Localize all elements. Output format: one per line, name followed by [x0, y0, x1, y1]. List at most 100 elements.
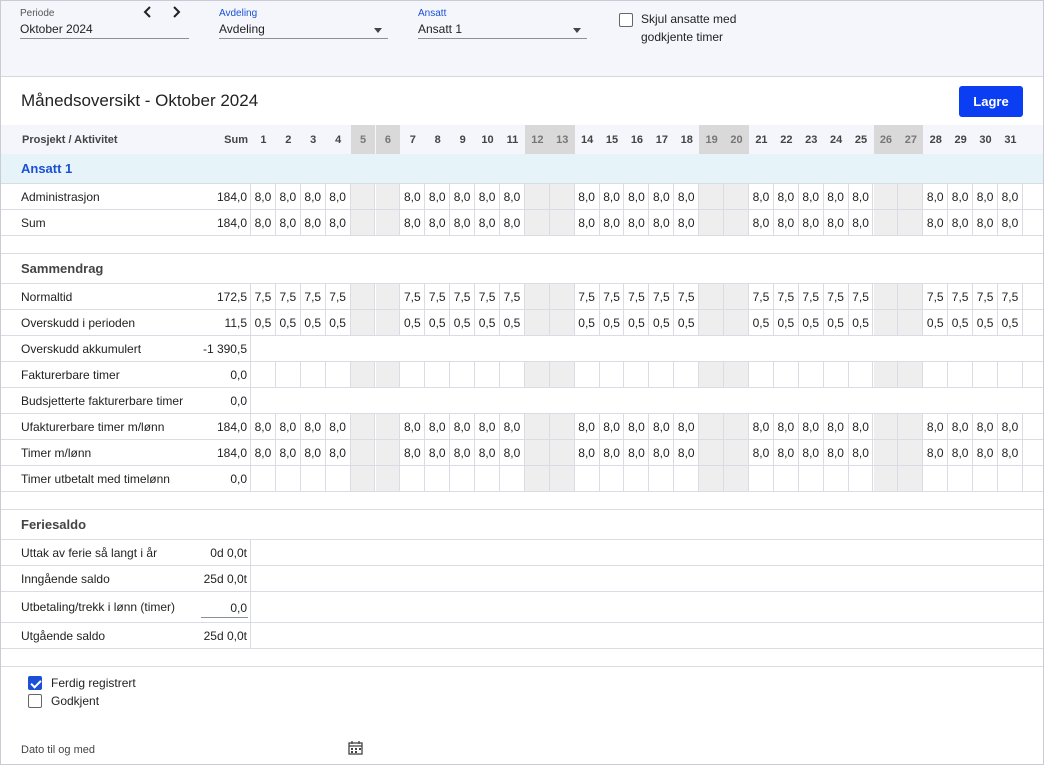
day-cell[interactable]: 7,5: [649, 284, 675, 309]
approved-checkbox[interactable]: [28, 694, 42, 708]
day-cell[interactable]: 8,0: [998, 184, 1023, 209]
day-cell[interactable]: 8,0: [425, 440, 451, 465]
day-cell[interactable]: 8,0: [301, 414, 326, 439]
day-cell[interactable]: 8,0: [774, 440, 799, 465]
day-cell[interactable]: 8,0: [425, 414, 451, 439]
day-cell[interactable]: 8,0: [475, 184, 500, 209]
day-cell[interactable]: 8,0: [948, 210, 974, 235]
day-cell[interactable]: 8,0: [625, 184, 650, 209]
day-cell[interactable]: 7,5: [450, 284, 476, 309]
day-cell[interactable]: [575, 362, 600, 387]
day-cell[interactable]: 8,0: [824, 440, 849, 465]
day-cell[interactable]: 0,5: [799, 310, 824, 335]
day-cell[interactable]: 8,0: [276, 440, 301, 465]
day-cell[interactable]: 8,0: [674, 210, 700, 235]
day-cell[interactable]: [475, 466, 500, 491]
day-cell[interactable]: 8,0: [824, 184, 849, 209]
day-cell[interactable]: 7,5: [400, 284, 426, 309]
day-cell[interactable]: 0,5: [923, 310, 949, 335]
day-cell[interactable]: 8,0: [600, 414, 625, 439]
day-cell[interactable]: 8,0: [276, 414, 301, 439]
day-cell[interactable]: [500, 466, 525, 491]
day-cell[interactable]: [849, 466, 874, 491]
day-cell[interactable]: 7,5: [326, 284, 351, 309]
day-cell[interactable]: 7,5: [948, 284, 974, 309]
day-cell[interactable]: [600, 466, 625, 491]
day-cell[interactable]: [998, 362, 1023, 387]
day-cell[interactable]: 7,5: [600, 284, 625, 309]
day-cell[interactable]: 8,0: [326, 440, 351, 465]
day-cell[interactable]: 8,0: [475, 440, 500, 465]
day-cell[interactable]: 8,0: [948, 414, 974, 439]
day-cell[interactable]: 8,0: [450, 184, 476, 209]
day-cell[interactable]: 8,0: [600, 184, 625, 209]
day-cell[interactable]: 8,0: [948, 440, 974, 465]
day-cell[interactable]: 7,5: [923, 284, 949, 309]
day-cell[interactable]: 8,0: [400, 184, 426, 209]
day-cell[interactable]: 7,5: [425, 284, 451, 309]
day-cell[interactable]: 7,5: [674, 284, 700, 309]
chevron-left-icon[interactable]: [143, 5, 153, 21]
day-cell[interactable]: 8,0: [625, 414, 650, 439]
day-cell[interactable]: 7,5: [849, 284, 874, 309]
day-cell[interactable]: 8,0: [973, 210, 998, 235]
day-cell[interactable]: 8,0: [276, 184, 301, 209]
day-cell[interactable]: 8,0: [998, 210, 1023, 235]
day-cell[interactable]: 0,5: [749, 310, 774, 335]
day-cell[interactable]: 7,5: [625, 284, 650, 309]
day-cell[interactable]: 8,0: [749, 210, 774, 235]
day-cell[interactable]: 8,0: [276, 210, 301, 235]
employee-select[interactable]: Ansatt Ansatt 1: [418, 8, 587, 40]
day-cell[interactable]: 8,0: [674, 184, 700, 209]
day-cell[interactable]: 7,5: [749, 284, 774, 309]
day-cell[interactable]: 0,5: [674, 310, 700, 335]
department-select[interactable]: Avdeling Avdeling: [219, 8, 388, 40]
day-cell[interactable]: 8,0: [600, 440, 625, 465]
day-cell[interactable]: 7,5: [500, 284, 525, 309]
day-cell[interactable]: [276, 362, 301, 387]
day-cell[interactable]: 0,5: [276, 310, 301, 335]
day-cell[interactable]: [425, 362, 451, 387]
day-cell[interactable]: [649, 362, 675, 387]
day-cell[interactable]: [251, 362, 276, 387]
day-cell[interactable]: [301, 466, 326, 491]
day-cell[interactable]: 0,5: [475, 310, 500, 335]
day-cell[interactable]: 8,0: [475, 414, 500, 439]
day-cell[interactable]: 8,0: [301, 210, 326, 235]
calendar-icon[interactable]: [348, 741, 363, 755]
day-cell[interactable]: 7,5: [575, 284, 600, 309]
day-cell[interactable]: 8,0: [998, 440, 1023, 465]
day-cell[interactable]: [799, 362, 824, 387]
day-cell[interactable]: 8,0: [649, 440, 675, 465]
day-cell[interactable]: 8,0: [948, 184, 974, 209]
day-cell[interactable]: 8,0: [649, 414, 675, 439]
day-cell[interactable]: 8,0: [625, 210, 650, 235]
day-cell[interactable]: 7,5: [774, 284, 799, 309]
day-cell[interactable]: 8,0: [973, 414, 998, 439]
day-cell[interactable]: [450, 362, 476, 387]
day-cell[interactable]: 8,0: [824, 210, 849, 235]
day-cell[interactable]: 0,5: [649, 310, 675, 335]
day-cell[interactable]: 8,0: [799, 184, 824, 209]
day-cell[interactable]: [674, 466, 700, 491]
day-cell[interactable]: [575, 466, 600, 491]
day-cell[interactable]: [923, 466, 949, 491]
day-cell[interactable]: 8,0: [774, 210, 799, 235]
day-cell[interactable]: [400, 466, 426, 491]
day-cell[interactable]: 0,5: [575, 310, 600, 335]
day-cell[interactable]: 8,0: [575, 414, 600, 439]
day-cell[interactable]: 8,0: [749, 184, 774, 209]
day-cell[interactable]: 8,0: [749, 440, 774, 465]
day-cell[interactable]: 8,0: [301, 184, 326, 209]
day-cell[interactable]: 8,0: [849, 210, 874, 235]
day-cell[interactable]: 8,0: [425, 184, 451, 209]
day-cell[interactable]: 7,5: [799, 284, 824, 309]
day-cell[interactable]: 0,5: [251, 310, 276, 335]
day-cell[interactable]: 0,5: [600, 310, 625, 335]
day-cell[interactable]: 8,0: [475, 210, 500, 235]
day-cell[interactable]: 8,0: [251, 414, 276, 439]
day-cell[interactable]: 8,0: [749, 414, 774, 439]
day-cell[interactable]: [923, 362, 949, 387]
day-cell[interactable]: 0,5: [326, 310, 351, 335]
day-cell[interactable]: 8,0: [649, 184, 675, 209]
